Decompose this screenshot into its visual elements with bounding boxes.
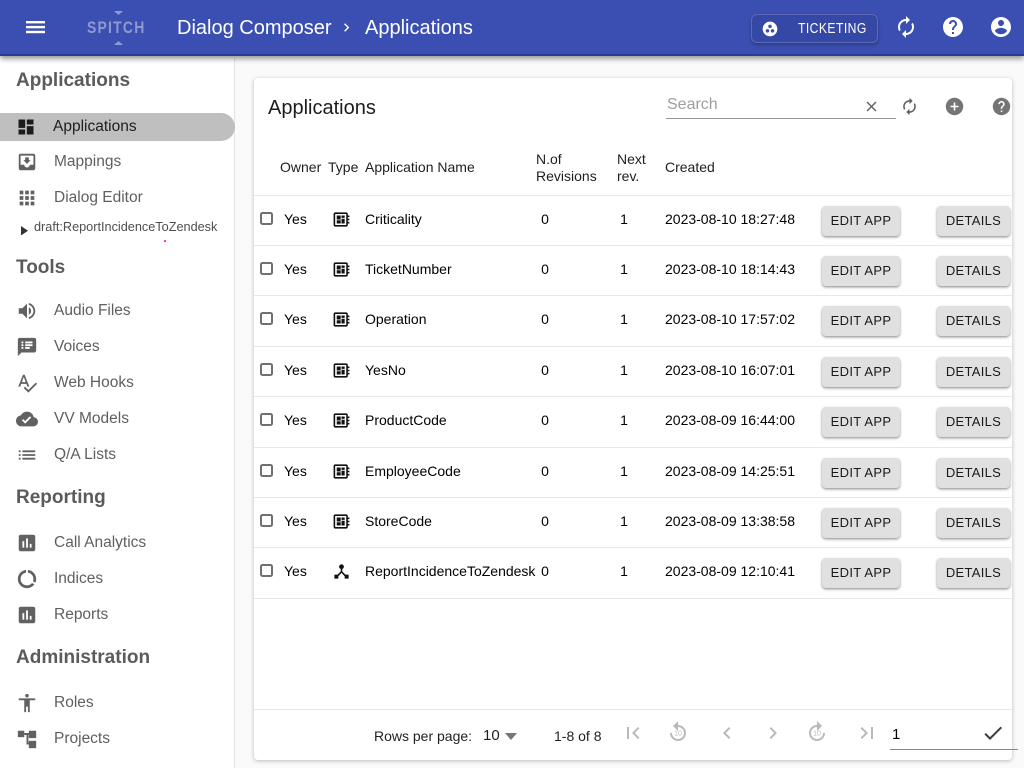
svg-text:10: 10 [813,731,821,738]
svg-text:10: 10 [674,731,682,738]
